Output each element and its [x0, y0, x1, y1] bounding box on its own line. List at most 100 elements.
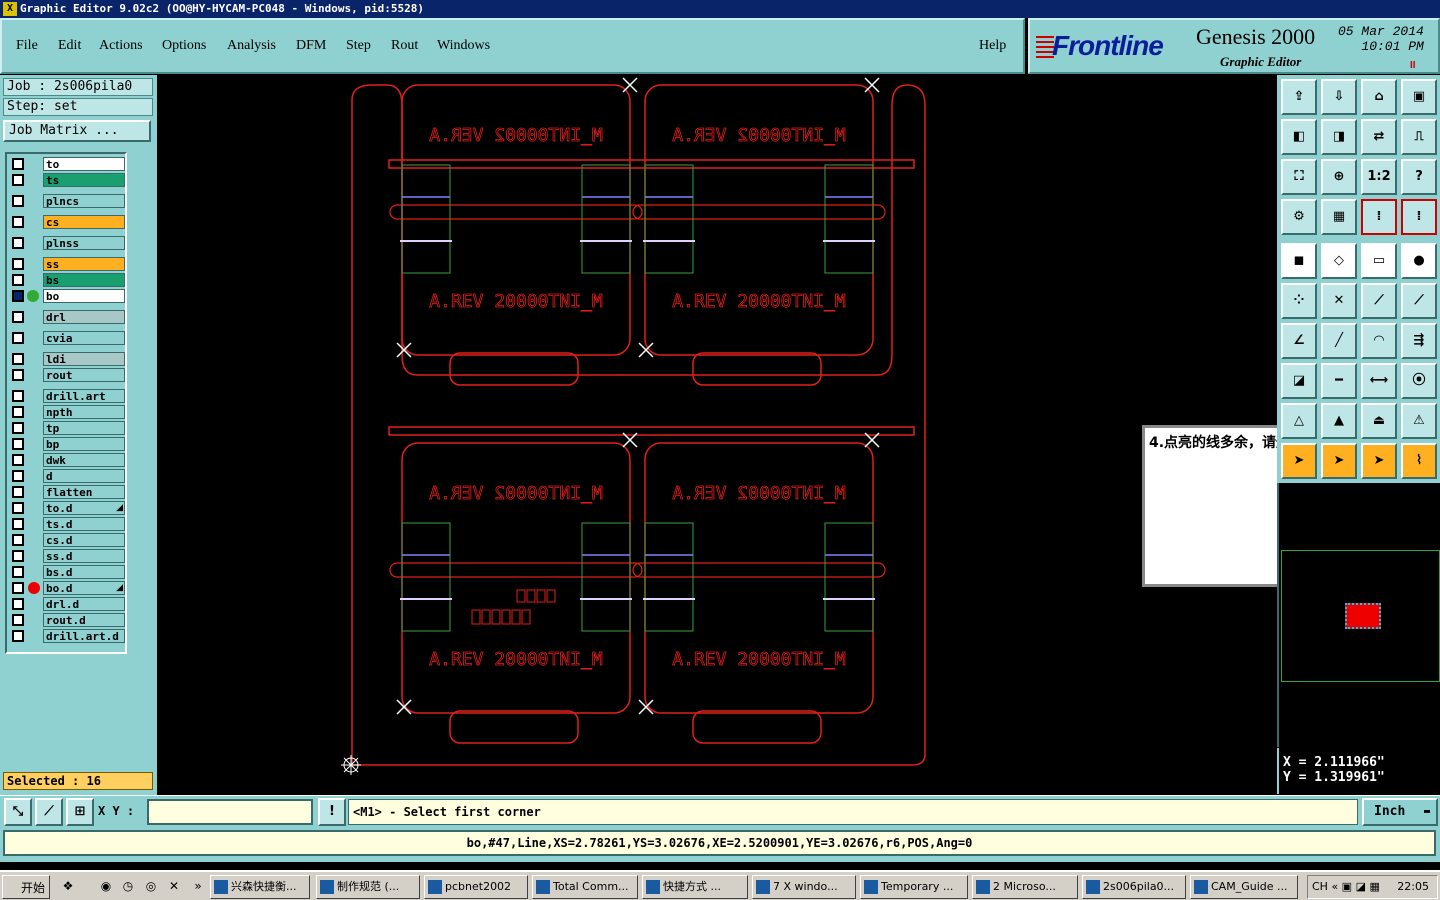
- clock-icon[interactable]: ◷: [120, 878, 136, 894]
- layer-row-ldi[interactable]: ldi: [9, 352, 127, 366]
- layer-row-to[interactable]: to: [9, 157, 127, 171]
- layer-row-cs[interactable]: cs: [9, 215, 127, 229]
- layer-row-drill-art-d[interactable]: drill.art.d: [9, 629, 127, 643]
- diag-icon[interactable]: ╱: [1321, 323, 1357, 359]
- layer-checkbox[interactable]: [12, 422, 24, 434]
- layer-row-dwk[interactable]: dwk: [9, 453, 127, 467]
- layer-row-rout[interactable]: rout: [9, 368, 127, 382]
- menu-actions[interactable]: Actions: [99, 38, 143, 54]
- tools-icon[interactable]: ⚙: [1281, 199, 1317, 235]
- layer-checkbox[interactable]: [12, 406, 24, 418]
- layer-checkbox[interactable]: [12, 582, 24, 594]
- fit-icon[interactable]: ⛶: [1281, 159, 1317, 195]
- layer-row-drl[interactable]: drl: [9, 310, 127, 324]
- layer-checkbox[interactable]: [12, 566, 24, 578]
- circle-icon[interactable]: ●: [1401, 243, 1437, 279]
- right-icon[interactable]: ◨: [1321, 119, 1357, 155]
- taskbar-item[interactable]: CAM_Guide ...: [1190, 875, 1298, 899]
- ruler-icon[interactable]: ▭: [1361, 243, 1397, 279]
- window-icon[interactable]: ▣: [1401, 79, 1437, 115]
- layer-checkbox[interactable]: [12, 534, 24, 546]
- warning-button[interactable]: !: [318, 798, 346, 826]
- menu-step[interactable]: Step: [346, 38, 371, 54]
- layer-row-drill-art[interactable]: drill.art: [9, 389, 127, 403]
- graphic-canvas[interactable]: M_INT00002 VER.A A.REV 20000TNI_M M_INT000…: [157, 75, 1374, 795]
- xy-input[interactable]: [147, 799, 313, 825]
- menu-rout[interactable]: Rout: [391, 38, 418, 54]
- layer-checkbox[interactable]: [12, 598, 24, 610]
- left-icon[interactable]: ◧: [1281, 119, 1317, 155]
- menu-file[interactable]: File: [16, 38, 38, 54]
- layer-checkbox[interactable]: [12, 332, 24, 344]
- polygon-icon[interactable]: ◇: [1321, 243, 1357, 279]
- layer-checkbox[interactable]: [12, 454, 24, 466]
- menu-analysis[interactable]: Analysis: [227, 38, 276, 54]
- pointer-icon[interactable]: ➤: [1281, 443, 1317, 479]
- taskbar-item[interactable]: 2 Microso...: [972, 875, 1078, 899]
- x-quicklaunch-icon[interactable]: ✕: [166, 878, 182, 894]
- taskbar-item[interactable]: pcbnet2002: [424, 875, 528, 899]
- layer-checkbox[interactable]: [12, 274, 24, 286]
- grid-snap-icon[interactable]: ⊞: [66, 798, 94, 826]
- unit-selector[interactable]: Inch ▬: [1362, 798, 1438, 826]
- scale-icon[interactable]: 1:2: [1361, 159, 1397, 195]
- tri-icon[interactable]: △: [1281, 403, 1317, 439]
- zoom-icon[interactable]: ⊕: [1321, 159, 1357, 195]
- layer-row-cvia[interactable]: cvia: [9, 331, 127, 345]
- menu-options[interactable]: Options: [162, 38, 206, 54]
- layer-sel2-icon[interactable]: ⁞: [1401, 199, 1437, 235]
- layer-row-ts[interactable]: ts: [9, 173, 127, 187]
- layer-checkbox[interactable]: [12, 470, 24, 482]
- layer-checkbox[interactable]: [12, 195, 24, 207]
- layer-checkbox[interactable]: [12, 311, 24, 323]
- flow-icon[interactable]: ⌇: [1401, 443, 1437, 479]
- layer-row-cs-d[interactable]: cs.d: [9, 533, 127, 547]
- quicklaunch-icon[interactable]: ❖: [60, 878, 76, 894]
- pause-icon[interactable]: II: [1410, 60, 1416, 71]
- tray-icons[interactable]: CH « ▣ ◪ ▦: [1312, 876, 1380, 898]
- layer-row-to-d[interactable]: to.d ◢: [9, 501, 127, 515]
- layer-row-bp[interactable]: bp: [9, 437, 127, 451]
- swap-icon[interactable]: ⇄: [1361, 119, 1397, 155]
- taskbar-item[interactable]: Total Comm...: [532, 875, 638, 899]
- start-button[interactable]: 开始: [2, 875, 50, 899]
- measure-icon[interactable]: ⟋: [35, 798, 63, 826]
- browser-icon[interactable]: ◉: [98, 878, 114, 894]
- layer-checkbox[interactable]: [12, 290, 24, 302]
- layer-row-plnss[interactable]: plnss: [9, 236, 127, 250]
- taskbar-item[interactable]: Temporary ...: [860, 875, 968, 899]
- dash-icon[interactable]: ━: [1321, 363, 1357, 399]
- layer-checkbox[interactable]: [12, 216, 24, 228]
- zoom-area-icon[interactable]: ⤡: [4, 798, 32, 826]
- tri3-icon[interactable]: ⏏: [1361, 403, 1397, 439]
- layer-row-npth[interactable]: npth: [9, 405, 127, 419]
- layer-checkbox[interactable]: [12, 486, 24, 498]
- layer-checkbox[interactable]: [12, 353, 24, 365]
- layer-checkbox[interactable]: [12, 502, 24, 514]
- app-quicklaunch-icon[interactable]: ◎: [143, 878, 159, 894]
- layer-checkbox[interactable]: [12, 237, 24, 249]
- circles-icon[interactable]: ⦿: [1401, 363, 1437, 399]
- select-all-icon[interactable]: ⇪: [1281, 79, 1317, 115]
- layer-row-plncs[interactable]: plncs: [9, 194, 127, 208]
- angle-icon[interactable]: ∠: [1281, 323, 1317, 359]
- menu-edit[interactable]: Edit: [58, 38, 81, 54]
- layer-row-rout-d[interactable]: rout.d: [9, 613, 127, 627]
- split-icon[interactable]: ⇶: [1401, 323, 1437, 359]
- layer-checkbox[interactable]: [12, 158, 24, 170]
- layer-checkbox[interactable]: [12, 258, 24, 270]
- layer-checkbox[interactable]: [12, 614, 24, 626]
- pointer3-icon[interactable]: ➤: [1361, 443, 1397, 479]
- measure2-icon[interactable]: ⟷: [1361, 363, 1397, 399]
- layer-checkbox[interactable]: [12, 550, 24, 562]
- tri2-icon[interactable]: ▲: [1321, 403, 1357, 439]
- tri4-icon[interactable]: ⚠: [1401, 403, 1437, 439]
- nodes-icon[interactable]: ⁘: [1281, 283, 1317, 319]
- layer-row-d[interactable]: d: [9, 469, 127, 483]
- layer-row-bo[interactable]: bo: [9, 289, 127, 303]
- layer-row-bs[interactable]: bs: [9, 273, 127, 287]
- layer-checkbox[interactable]: [12, 518, 24, 530]
- layer-row-drl-d[interactable]: drl.d: [9, 597, 127, 611]
- home-icon[interactable]: ⌂: [1361, 79, 1397, 115]
- taskbar-item[interactable]: 制作规范 (...: [316, 875, 420, 899]
